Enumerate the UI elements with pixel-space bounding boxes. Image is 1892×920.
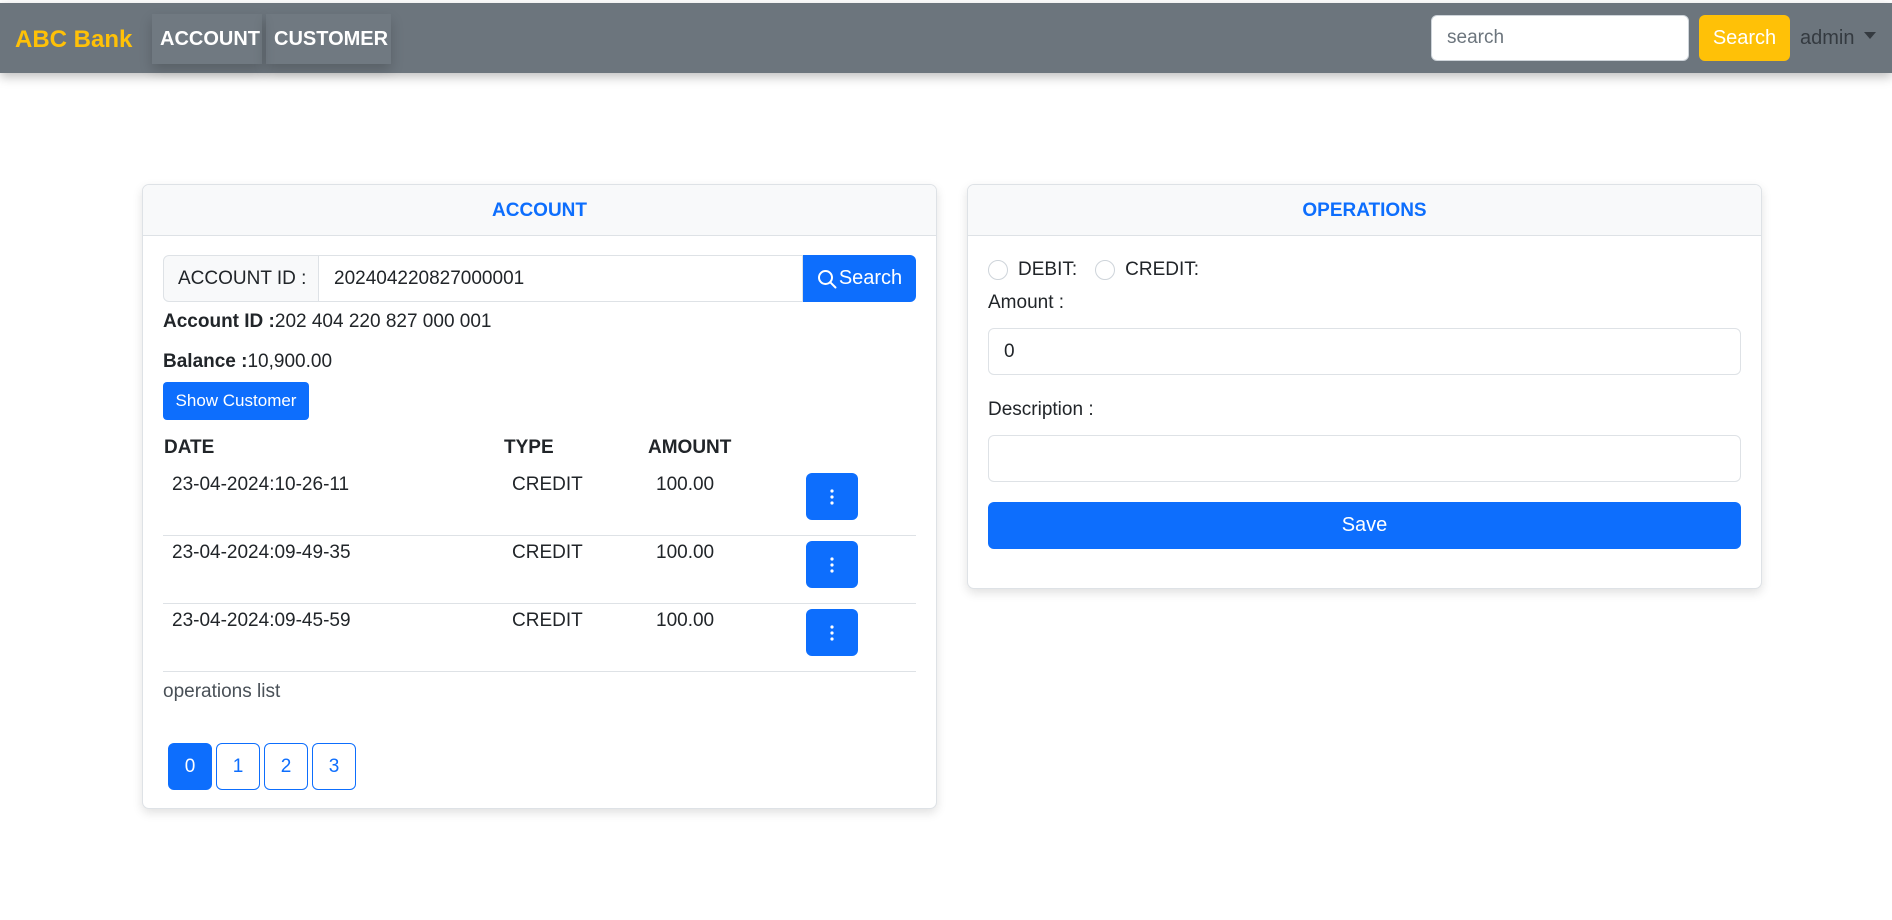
- account-search-button[interactable]: Search: [803, 255, 916, 302]
- account-card-title: ACCOUNT: [143, 185, 936, 236]
- row-amount: 100.00: [656, 610, 715, 631]
- account-id-label: ACCOUNT ID :: [163, 255, 319, 302]
- row-amount: 100.00: [656, 474, 715, 495]
- operations-card-title: OPERATIONS: [968, 185, 1761, 236]
- nav-account-link[interactable]: ACCOUNT: [152, 14, 262, 64]
- page-button-1[interactable]: 1: [216, 743, 260, 790]
- pagination: 0 1 2 3: [168, 743, 356, 790]
- page-button-2[interactable]: 2: [264, 743, 308, 790]
- more-vertical-icon: [830, 624, 834, 641]
- balance-info: Balance :10,900.00: [163, 351, 332, 373]
- navbar-search-input[interactable]: [1431, 15, 1689, 61]
- page-button-0[interactable]: 0: [168, 743, 212, 790]
- row-actions-button[interactable]: [806, 541, 858, 588]
- table-row: 23-04-2024:10-26-11 CREDIT 100.00: [163, 468, 916, 536]
- row-actions-button[interactable]: [806, 609, 858, 656]
- debit-radio[interactable]: [988, 260, 1008, 280]
- top-navbar: ABC Bank ACCOUNT CUSTOMER Search admin: [0, 3, 1892, 73]
- account-id-search-group: ACCOUNT ID : Search: [163, 255, 916, 302]
- show-customer-button[interactable]: Show Customer: [163, 382, 309, 420]
- operation-type-group: DEBIT: CREDIT:: [988, 259, 1199, 281]
- account-id-info-value: 202 404 220 827 000 001: [274, 311, 492, 332]
- row-type: CREDIT: [512, 542, 583, 563]
- brand-logo[interactable]: ABC Bank: [15, 26, 132, 54]
- balance-label: Balance :: [163, 351, 248, 372]
- debit-label: DEBIT:: [1018, 259, 1078, 280]
- row-date: 23-04-2024:09-45-59: [172, 610, 351, 631]
- column-header-date: DATE: [164, 437, 215, 458]
- row-actions-button[interactable]: [806, 473, 858, 520]
- user-name: admin: [1800, 27, 1855, 49]
- account-search-label: Search: [838, 267, 903, 289]
- operations-list-caption: operations list: [163, 681, 281, 702]
- caret-down-icon: [1864, 32, 1877, 40]
- account-id-input[interactable]: [318, 255, 803, 302]
- amount-input[interactable]: [988, 328, 1741, 375]
- description-input[interactable]: [988, 435, 1741, 482]
- search-icon: [817, 269, 837, 288]
- nav-customer-link[interactable]: CUSTOMER: [266, 14, 391, 64]
- account-id-info-label: Account ID :: [163, 311, 275, 332]
- row-type: CREDIT: [512, 474, 583, 495]
- row-date: 23-04-2024:10-26-11: [172, 474, 350, 495]
- save-button[interactable]: Save: [988, 502, 1741, 549]
- credit-label: CREDIT:: [1125, 259, 1200, 280]
- credit-radio[interactable]: [1095, 260, 1116, 280]
- row-date: 23-04-2024:09-49-35: [172, 542, 351, 563]
- account-card: ACCOUNT ACCOUNT ID : Search Account ID :…: [142, 184, 937, 809]
- account-id-info: Account ID :202 404 220 827 000 001: [163, 311, 492, 333]
- table-row: 23-04-2024:09-49-35 CREDIT 100.00: [163, 536, 916, 604]
- more-vertical-icon: [830, 488, 834, 505]
- row-type: CREDIT: [512, 610, 583, 631]
- user-menu[interactable]: admin: [1800, 27, 1877, 50]
- more-vertical-icon: [830, 556, 834, 573]
- row-amount: 100.00: [656, 542, 715, 563]
- page-button-3[interactable]: 3: [312, 743, 356, 790]
- table-row: 23-04-2024:09-45-59 CREDIT 100.00: [163, 604, 916, 672]
- amount-label: Amount :: [988, 292, 1065, 313]
- column-header-amount: AMOUNT: [648, 437, 732, 458]
- column-header-type: TYPE: [504, 437, 554, 458]
- balance-value: 10,900.00: [247, 351, 333, 372]
- operations-card: OPERATIONS DEBIT: CREDIT: Amount : Descr…: [967, 184, 1762, 589]
- navbar-search-button[interactable]: Search: [1699, 15, 1790, 61]
- description-label: Description :: [988, 399, 1094, 420]
